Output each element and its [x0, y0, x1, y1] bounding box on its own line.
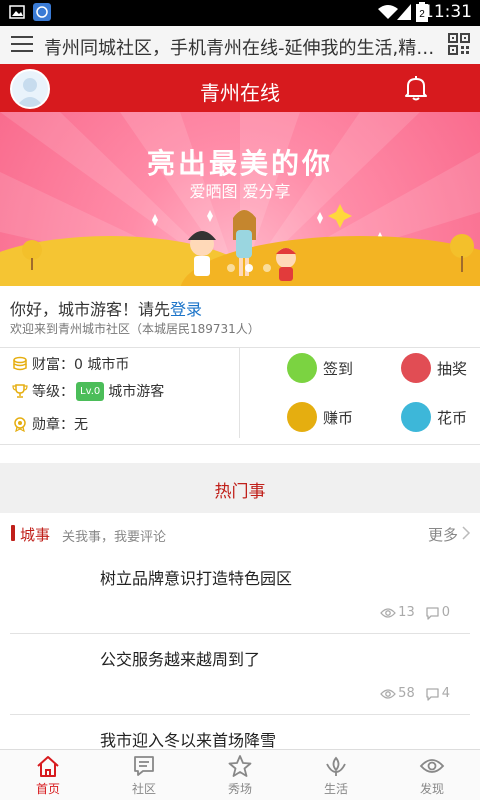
greeting-text: 你好，城市游客！请先登录 [10, 296, 202, 320]
news-title: 树立品牌意识打造特色园区 [100, 569, 293, 588]
medal-row: 勋章：无 [12, 414, 88, 434]
level-name: 城市游客 [108, 384, 165, 400]
lottery-button[interactable]: 抽奖 [401, 353, 467, 383]
news-stats: 13 0 [380, 605, 460, 620]
checkin-label: 签到 [323, 359, 354, 378]
news-item[interactable]: 树立品牌意识打造特色园区 13 0 [10, 553, 470, 634]
news-stats: 58 4 [380, 686, 460, 701]
wealth-text: 财富：0 城市币 [32, 357, 130, 373]
medal-icon [14, 417, 26, 432]
comments-count: 0 [441, 605, 450, 620]
eye-icon [419, 759, 445, 773]
bell-icon[interactable] [402, 74, 430, 102]
views-count: 58 [398, 686, 415, 701]
picture-icon [9, 5, 25, 19]
level-row: 等级： Lv.0 城市游客 [12, 381, 164, 401]
trophy-icon [12, 384, 28, 398]
tab-community-label: 社区 [131, 782, 156, 796]
coin-stack-icon [13, 356, 27, 371]
checkin-circle-icon [287, 353, 317, 383]
news-title: 我市迎入冬以来首场降雪 [100, 731, 277, 750]
hot-section-title: 热门事 [214, 482, 266, 502]
status-time: 11:31 [423, 2, 472, 22]
welcome-subtitle: 欢迎来到青州城市社区（本城居民189731人） [10, 322, 260, 336]
lottery-label: 抽奖 [437, 359, 468, 378]
views-icon [380, 688, 397, 699]
tab-life-label: 生活 [323, 782, 348, 796]
tab-community[interactable]: 社区 [96, 754, 192, 797]
city-description: 关我事，我要评论 [62, 530, 167, 545]
more-link[interactable]: 更多 [428, 524, 458, 545]
app-header: 青州在线 [0, 64, 480, 112]
hot-section-header: 热门事 [0, 463, 480, 513]
page-title-url[interactable]: 青州同城社区，手机青州在线-延伸我的生活,精彩我... [44, 34, 439, 60]
tab-show[interactable]: 秀场 [192, 754, 288, 797]
bottom-tab-bar: 首页 社区 秀场 生活 发现 [0, 749, 480, 800]
views-icon [380, 607, 397, 618]
level-badge: Lv.0 [76, 381, 105, 401]
login-link[interactable]: 登录 [170, 300, 202, 319]
news-item[interactable]: 公交服务越来越周到了 58 4 [10, 634, 470, 715]
wealth-row: 财富：0 城市币 [12, 354, 129, 374]
promo-banner[interactable]: 亮出最美的你 爱晒图 爱分享 [0, 112, 480, 286]
spend-label: 花币 [437, 408, 468, 427]
tab-show-label: 秀场 [227, 782, 252, 796]
wifi-icon [378, 5, 398, 19]
earn-label: 赚币 [323, 408, 354, 427]
tab-home-label: 首页 [35, 782, 60, 796]
signal-icon [397, 4, 411, 20]
home-icon [37, 756, 59, 777]
greeting-label: 你好，城市游客！请先 [10, 300, 171, 319]
checkin-button[interactable]: 签到 [287, 353, 353, 383]
profile-card: 财富：0 城市币 等级： Lv.0 城市游客 勋章：无 签到 抽奖 赚币 花币 [0, 347, 480, 445]
qr-code-icon[interactable] [448, 33, 470, 55]
medal-text: 勋章：无 [32, 417, 88, 433]
city-label: 城事 [20, 526, 51, 544]
comments-count: 4 [441, 686, 450, 701]
lottery-circle-icon [401, 353, 431, 383]
community-icon [134, 756, 154, 776]
tab-home[interactable]: 首页 [0, 754, 96, 797]
spend-coin-button[interactable]: 花币 [401, 402, 467, 432]
tab-discover-label: 发现 [419, 782, 444, 796]
star-icon [228, 755, 252, 777]
url-bar: 青州同城社区，手机青州在线-延伸我的生活,精彩我... [0, 26, 480, 65]
app-notification-icon [33, 3, 51, 21]
life-icon [326, 756, 346, 776]
chevron-right-icon[interactable] [460, 526, 472, 540]
earn-coin-button[interactable]: 赚币 [287, 402, 353, 432]
earn-circle-icon [287, 402, 317, 432]
city-section-header: 城事 关我事，我要评论 更多 [0, 513, 480, 553]
views-count: 13 [398, 605, 415, 620]
tab-life[interactable]: 生活 [288, 754, 384, 797]
comment-icon [426, 606, 439, 620]
status-bar: 2 11:31 [0, 0, 480, 26]
tab-discover[interactable]: 发现 [384, 754, 480, 797]
spend-circle-icon [401, 402, 431, 432]
news-title: 公交服务越来越周到了 [100, 650, 261, 669]
level-label: 等级： [32, 384, 74, 400]
comment-icon [426, 687, 439, 701]
menu-icon[interactable] [11, 36, 33, 54]
banner-characters-icon [22, 210, 474, 281]
